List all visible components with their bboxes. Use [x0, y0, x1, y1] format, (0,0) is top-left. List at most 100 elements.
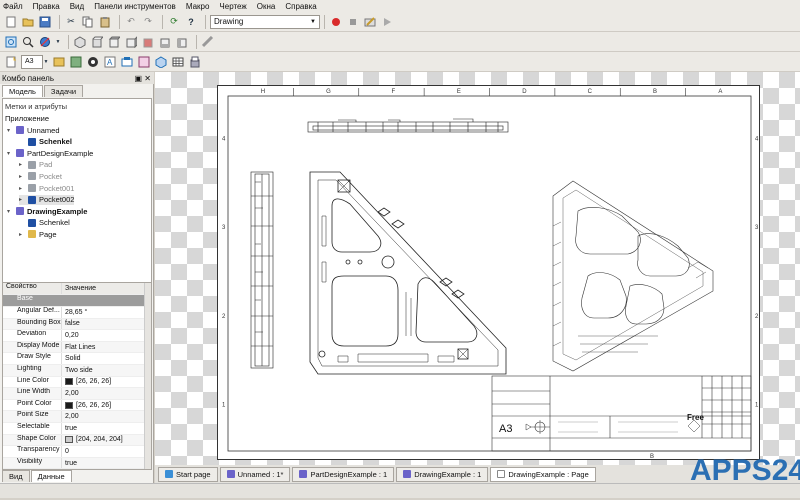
tab-data[interactable]: Данные [30, 470, 72, 482]
tree-item[interactable]: ▸ Pocket001 [19, 183, 74, 193]
redo-icon[interactable]: ↷ [141, 15, 155, 29]
property-value[interactable]: Solid [61, 353, 145, 364]
open-browser-icon[interactable] [86, 55, 100, 69]
page-size-selector[interactable]: A3 [21, 54, 43, 69]
macro-edit-icon[interactable] [363, 15, 377, 29]
chevron-down-icon[interactable]: ▼ [55, 35, 61, 49]
document-tab[interactable]: Unnamed : 1* [219, 466, 291, 482]
view-front-icon[interactable] [90, 35, 104, 49]
property-row[interactable]: Shape Color [204, 204, 204] [3, 434, 145, 447]
tree-item[interactable]: ▸ Pocket [19, 171, 62, 181]
property-row[interactable]: Deviation 0,20 [3, 330, 145, 342]
property-value[interactable]: 2,00 [61, 411, 145, 422]
drawing-canvas[interactable]: HGFEDCBA 44332211 A3 Free B [155, 72, 800, 465]
property-row[interactable]: Point Color [26, 26, 26] [3, 399, 145, 412]
property-row[interactable]: Visibility true [3, 457, 145, 470]
property-value[interactable]: [26, 26, 26] [61, 376, 145, 388]
tree-item[interactable]: ▾ PartDesignExample [7, 148, 93, 158]
property-row[interactable]: Point Size 2,00 [3, 411, 145, 423]
property-scrollbar[interactable] [144, 283, 151, 469]
menu-item[interactable]: Чертеж [219, 2, 246, 11]
fit-selection-icon[interactable] [21, 35, 35, 49]
property-value[interactable]: 0,20 [61, 330, 145, 341]
menu-item[interactable]: Панели инструментов [94, 2, 176, 11]
tree-item[interactable]: Schenkel [19, 137, 72, 147]
menu-item[interactable]: Макро [186, 2, 210, 11]
save-icon[interactable] [38, 15, 52, 29]
property-value[interactable]: Two side [61, 365, 145, 376]
property-row[interactable]: Line Color [26, 26, 26] [3, 376, 145, 389]
macro-run-icon[interactable] [380, 15, 394, 29]
property-value[interactable]: [204, 204, 204] [61, 434, 145, 446]
property-row[interactable]: Angular Def... 28,65 ° [3, 307, 145, 319]
draw-style-icon[interactable] [38, 35, 52, 49]
measure-distance-icon[interactable] [201, 35, 215, 49]
document-tab[interactable]: DrawingExample : 1 [396, 466, 489, 482]
clip-icon[interactable] [120, 55, 134, 69]
symbol-icon[interactable] [137, 55, 151, 69]
collapsed-arrow-icon[interactable]: ▸ [19, 196, 25, 203]
menu-item[interactable]: Вид [70, 2, 84, 11]
copy-icon[interactable] [81, 15, 95, 29]
property-row[interactable]: Selectable true [3, 423, 145, 435]
property-value[interactable]: 0 [61, 446, 145, 457]
tab-view[interactable]: Вид [2, 470, 30, 482]
tree-item[interactable]: ▸ Pocket002 [19, 194, 75, 205]
undo-icon[interactable]: ↶ [124, 15, 138, 29]
expanded-arrow-icon[interactable]: ▾ [7, 208, 13, 215]
collapsed-arrow-icon[interactable]: ▸ [19, 173, 25, 180]
cut-icon[interactable]: ✂ [64, 15, 78, 29]
collapsed-arrow-icon[interactable]: ▸ [19, 185, 25, 192]
property-row[interactable]: Display Mode Flat Lines [3, 341, 145, 354]
property-row[interactable]: Lighting Two side [3, 365, 145, 377]
draft-view-icon[interactable] [154, 55, 168, 69]
insert-view-icon[interactable] [52, 55, 66, 69]
close-icon[interactable]: ✕ [144, 74, 151, 83]
property-value[interactable]: true [61, 423, 145, 434]
document-tab[interactable]: Start page [158, 466, 218, 482]
new-page-icon[interactable] [4, 55, 18, 69]
document-tab[interactable]: PartDesignExample : 1 [292, 466, 395, 482]
property-value[interactable]: Flat Lines [61, 341, 145, 353]
paste-icon[interactable] [98, 15, 112, 29]
view-bottom-icon[interactable] [158, 35, 172, 49]
menu-item[interactable]: Справка [285, 2, 316, 11]
whats-this-icon[interactable]: ? [184, 15, 198, 29]
property-value[interactable]: false [61, 318, 145, 330]
view-right-icon[interactable] [124, 35, 138, 49]
property-value[interactable]: true [61, 457, 145, 469]
tree-item[interactable]: ▾ DrawingExample [7, 206, 87, 216]
collapsed-arrow-icon[interactable]: ▸ [19, 231, 25, 238]
tree-item[interactable]: ▸ Page [19, 229, 57, 239]
view-left-icon[interactable] [175, 35, 189, 49]
workbench-selector[interactable]: Drawing ▼ [210, 14, 320, 29]
new-document-icon[interactable] [4, 15, 18, 29]
property-value[interactable]: 2,00 [61, 388, 145, 399]
fit-all-icon[interactable] [4, 35, 18, 49]
expanded-arrow-icon[interactable]: ▾ [7, 127, 13, 134]
menu-item[interactable]: Окна [257, 2, 276, 11]
expanded-arrow-icon[interactable]: ▾ [7, 150, 13, 157]
spreadsheet-view-icon[interactable] [171, 55, 185, 69]
tab-model[interactable]: Модель [2, 85, 43, 97]
menu-item[interactable]: Правка [33, 2, 60, 11]
undock-icon[interactable]: ▣ [135, 74, 143, 83]
property-row[interactable]: Draw Style Solid [3, 353, 145, 365]
open-folder-icon[interactable] [21, 15, 35, 29]
ortho-views-icon[interactable] [69, 55, 83, 69]
macro-stop-icon[interactable] [346, 15, 360, 29]
export-page-icon[interactable] [188, 55, 202, 69]
view-rear-icon[interactable] [141, 35, 155, 49]
refresh-icon[interactable]: ⟳ [167, 15, 181, 29]
annotation-icon[interactable]: A [103, 55, 117, 69]
macro-record-icon[interactable] [329, 15, 343, 29]
property-row[interactable]: Line Width 2,00 [3, 388, 145, 400]
chevron-down-icon[interactable]: ▼ [43, 55, 49, 69]
tree-item[interactable]: Schenkel [19, 218, 70, 228]
property-row[interactable]: Transparency 0 [3, 446, 145, 458]
view-isometric-icon[interactable] [73, 35, 87, 49]
menu-item[interactable]: Файл [3, 2, 23, 11]
property-row[interactable]: Bounding Box false [3, 318, 145, 331]
tab-tasks[interactable]: Задачи [43, 85, 84, 97]
document-tab[interactable]: DrawingExample : Page [490, 466, 596, 482]
